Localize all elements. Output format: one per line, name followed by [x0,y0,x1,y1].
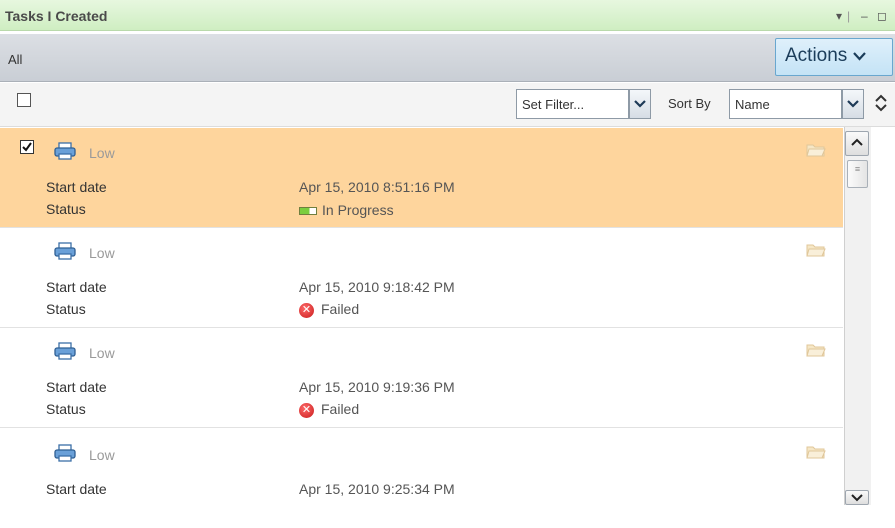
row-checkbox-checked[interactable] [20,140,34,154]
portlet-title: Tasks I Created [5,8,108,24]
folder-open-icon[interactable] [806,142,826,158]
portlet-title-bar [0,0,895,31]
status-value: ✕ Failed [299,401,359,418]
failed-icon: ✕ [299,402,314,418]
start-date-label: Start date [46,279,107,295]
folder-open-icon[interactable] [806,242,826,258]
printer-icon [54,142,76,160]
start-date-label: Start date [46,179,107,195]
scroll-up-button[interactable] [845,131,869,156]
grip-icon: ≡ [854,164,861,174]
chevron-down-icon [853,48,867,64]
actions-button[interactable]: Actions [775,38,893,76]
folder-open-icon[interactable] [806,342,826,358]
failed-icon: ✕ [299,302,314,318]
actions-button-label: Actions [785,45,848,66]
minimize-icon[interactable]: ‒ [861,9,868,23]
right-margin [872,127,895,505]
set-filter-select[interactable]: Set Filter... [516,89,629,119]
title-separator: | [847,9,851,23]
select-all-checkbox[interactable] [17,93,31,107]
start-date-value: Apr 15, 2010 8:51:16 PM [299,179,455,195]
printer-icon [54,342,76,360]
start-date-label: Start date [46,481,107,497]
chevron-down-icon [634,100,646,108]
status-label: Status [46,301,86,317]
status-value: In Progress [299,202,394,218]
status-text: In Progress [322,202,394,218]
start-date-value: Apr 15, 2010 9:19:36 PM [299,379,455,395]
tab-all[interactable]: All [8,52,22,67]
portlet-menu-icon[interactable]: ▾ [836,9,842,23]
chevron-down-icon [851,494,863,502]
sort-by-dropdown-button[interactable] [842,89,864,119]
sort-order-toggle[interactable] [874,92,888,114]
restore-icon[interactable]: ◻ [877,9,887,23]
task-row[interactable] [0,128,843,228]
scroll-down-button[interactable] [845,490,869,505]
status-text: Failed [321,301,360,317]
scroll-thumb[interactable]: ≡ [847,160,868,188]
start-date-value: Apr 15, 2010 9:18:42 PM [299,279,455,295]
task-row[interactable] [0,228,843,328]
status-label: Status [46,201,86,217]
folder-open-icon[interactable] [806,444,826,460]
task-priority: Low [89,345,115,361]
chevron-up-icon [851,138,863,146]
sort-by-select[interactable]: Name [729,89,842,119]
printer-icon [54,444,76,462]
progress-icon [299,207,317,216]
task-row[interactable] [0,328,843,428]
status-label: Status [46,401,86,417]
start-date-label: Start date [46,379,107,395]
task-priority: Low [89,447,115,463]
task-priority: Low [89,245,115,261]
set-filter-dropdown-button[interactable] [629,89,651,119]
status-value: ✕ Failed [299,301,359,318]
status-text: Failed [321,401,360,417]
sort-order-icon [875,94,887,112]
task-priority: Low [89,145,115,161]
chevron-down-icon [847,100,859,108]
task-row[interactable] [0,428,843,528]
toolbar [0,34,895,82]
printer-icon [54,242,76,260]
start-date-value: Apr 15, 2010 9:25:34 PM [299,481,455,497]
sort-by-label: Sort By [668,96,711,111]
